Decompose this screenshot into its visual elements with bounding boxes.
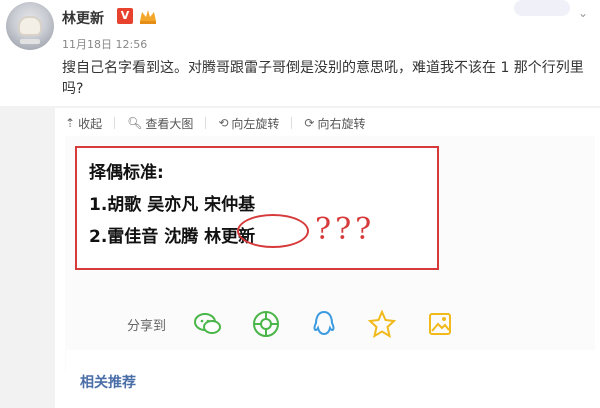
image-text-line-2: 1.胡歌 吴亦凡 宋仲基 bbox=[89, 195, 256, 215]
watermark bbox=[514, 0, 570, 16]
avatar[interactable] bbox=[6, 2, 54, 50]
weibo-post: 林更新 V 11月18日 12:56 ⌄ 搜自己名字看到这。对腾哥跟雷子哥倒是没… bbox=[0, 0, 600, 106]
share-label: 分享到 bbox=[127, 318, 167, 334]
rotate-left-button[interactable]: ⟲ 向左旋转 bbox=[218, 115, 279, 132]
moments-icon[interactable] bbox=[250, 308, 282, 340]
post-time: 11月18日 12:56 bbox=[62, 38, 148, 51]
crown-icon bbox=[140, 10, 156, 24]
post-text: 搜自己名字看到这。对腾哥跟雷子哥倒是没别的意思吼，难道我不该在 1 那个行列里吗… bbox=[62, 60, 584, 97]
share-bar: 分享到 bbox=[127, 308, 456, 340]
wechat-icon[interactable] bbox=[192, 308, 224, 340]
avatar-image bbox=[18, 16, 42, 36]
question-marks-drawing: ??? bbox=[315, 212, 376, 247]
qq-icon[interactable] bbox=[308, 308, 340, 340]
qzone-icon[interactable] bbox=[366, 308, 398, 340]
image-text-line-3: 2.雷佳音 沈腾 林更新 bbox=[89, 227, 256, 247]
chevron-down-icon[interactable]: ⌄ bbox=[578, 6, 588, 20]
image-text-line-1: 择偶标准: bbox=[89, 163, 164, 183]
rotate-right-button[interactable]: ⟳ 向右旋转 bbox=[304, 115, 365, 132]
red-circle-mark bbox=[237, 214, 309, 248]
image-toolbar: ⇡ 收起 🔍︎ 查看大图 ⟲ 向左旋转 ⟳ 向右旋转 bbox=[65, 114, 365, 132]
collapse-icon: ⇡ bbox=[65, 116, 76, 130]
related-title[interactable]: 相关推荐 bbox=[80, 372, 136, 392]
album-icon[interactable] bbox=[424, 308, 456, 340]
view-large-button[interactable]: 🔍︎ 查看大图 bbox=[127, 115, 193, 132]
collapse-button[interactable]: ⇡ 收起 bbox=[65, 115, 102, 132]
magnifier-icon: 🔍︎ bbox=[127, 116, 143, 130]
rotate-right-icon: ⟳ bbox=[304, 116, 315, 130]
rotate-left-icon: ⟲ bbox=[218, 116, 229, 130]
related-recommendations: 相关推荐 bbox=[66, 350, 600, 408]
red-highlight-box: 择偶标准: 1.胡歌 吴亦凡 宋仲基 2.雷佳音 沈腾 林更新 ??? bbox=[75, 146, 439, 270]
post-image[interactable]: 择偶标准: 1.胡歌 吴亦凡 宋仲基 2.雷佳音 沈腾 林更新 ??? 分享到 bbox=[65, 136, 595, 372]
username[interactable]: 林更新 bbox=[62, 8, 104, 28]
verified-badge: V bbox=[117, 8, 133, 24]
